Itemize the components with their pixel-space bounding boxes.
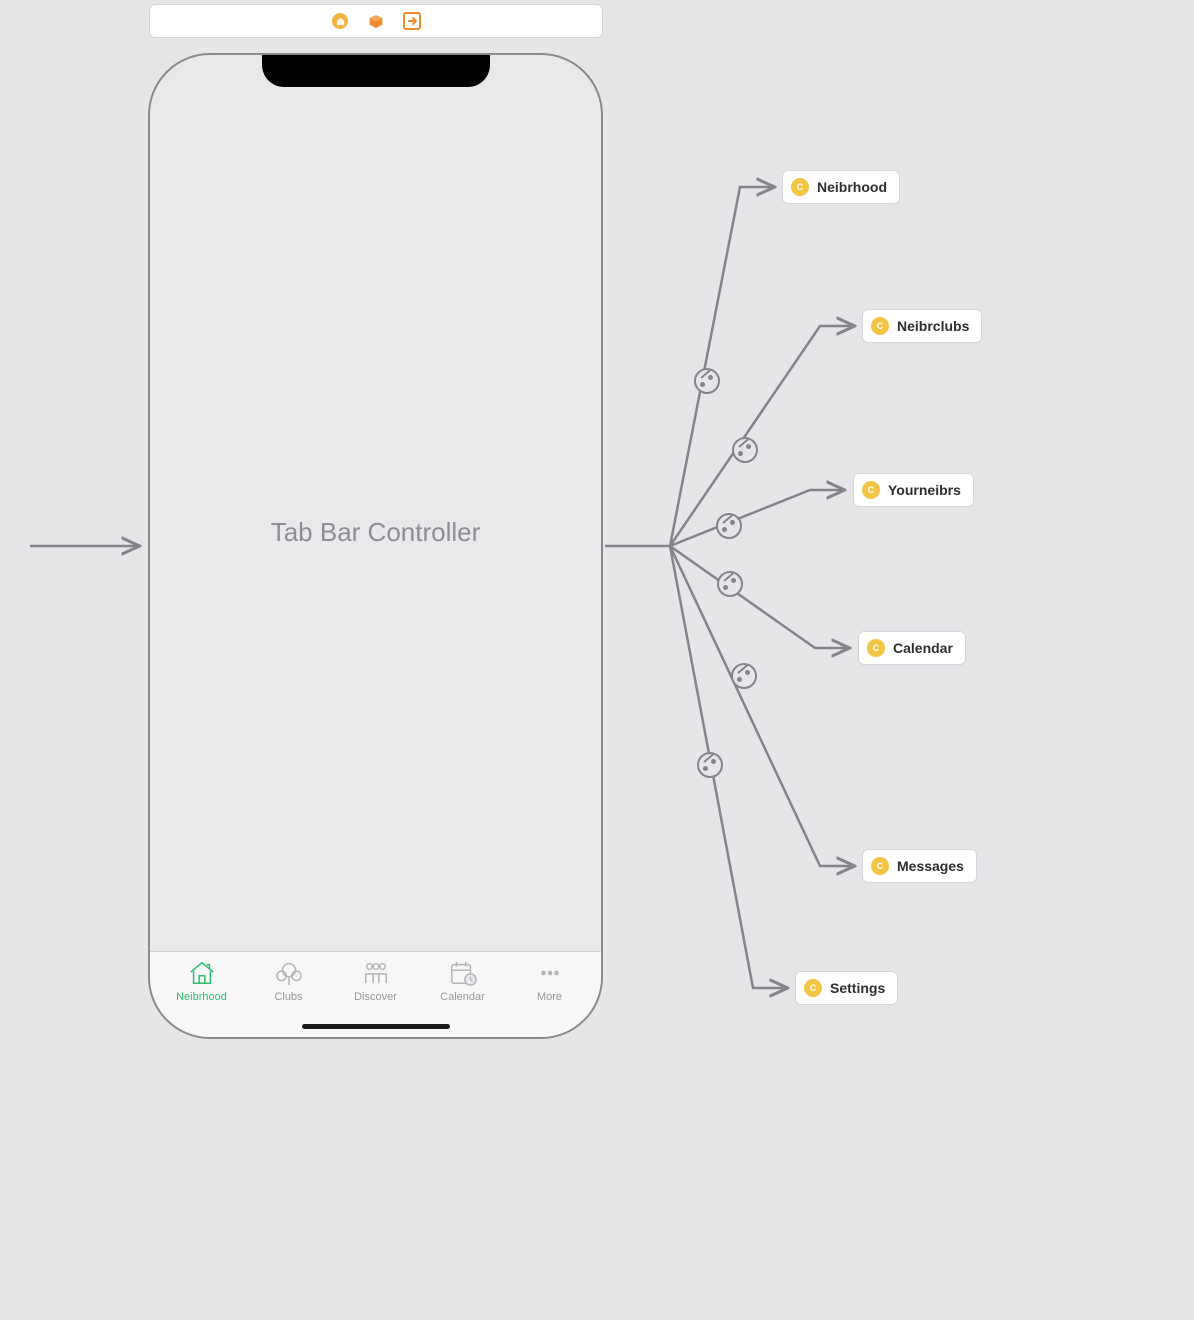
controller-icon: C: [871, 857, 889, 875]
destination-neibrhood[interactable]: C Neibrhood: [782, 170, 900, 204]
segue-node[interactable]: [732, 437, 758, 463]
more-icon: [535, 958, 565, 988]
segue-node[interactable]: [717, 571, 743, 597]
scene-toolbar: [149, 4, 603, 38]
controller-icon: C: [867, 639, 885, 657]
toolbar-cube-icon[interactable]: [367, 12, 385, 30]
phone-frame: Tab Bar Controller Neibrhood: [148, 53, 603, 1039]
destination-neibrclubs[interactable]: C Neibrclubs: [862, 309, 982, 343]
controller-icon: C: [804, 979, 822, 997]
toolbar-circle-icon[interactable]: [331, 12, 349, 30]
tab-neibrhood[interactable]: Neibrhood: [158, 958, 245, 1037]
destination-label: Neibrhood: [817, 179, 887, 195]
destination-label: Messages: [897, 858, 964, 874]
controller-icon: C: [791, 178, 809, 196]
tab-label: Clubs: [274, 991, 302, 1003]
phone-notch: [262, 55, 490, 87]
house-icon: [187, 958, 217, 988]
destination-label: Calendar: [893, 640, 953, 656]
segue-node[interactable]: [716, 513, 742, 539]
tab-more[interactable]: More: [506, 958, 593, 1037]
destination-label: Neibrclubs: [897, 318, 969, 334]
destination-label: Settings: [830, 980, 885, 996]
destination-calendar[interactable]: C Calendar: [858, 631, 966, 665]
tab-label: Neibrhood: [176, 991, 227, 1003]
controller-icon: C: [862, 481, 880, 499]
tab-label: Discover: [354, 991, 397, 1003]
controller-title: Tab Bar Controller: [150, 517, 601, 548]
tab-label: More: [537, 991, 562, 1003]
destination-messages[interactable]: C Messages: [862, 849, 977, 883]
home-indicator: [302, 1024, 450, 1029]
people-icon: [361, 958, 391, 988]
segue-node[interactable]: [697, 752, 723, 778]
toolbar-exit-icon[interactable]: [403, 12, 421, 30]
segue-node[interactable]: [694, 368, 720, 394]
controller-icon: C: [871, 317, 889, 335]
tab-label: Calendar: [440, 991, 485, 1003]
destination-settings[interactable]: C Settings: [795, 971, 898, 1005]
segue-node[interactable]: [731, 663, 757, 689]
calendar-icon: [448, 958, 478, 988]
destination-label: Yourneibrs: [888, 482, 961, 498]
destination-yourneibrs[interactable]: C Yourneibrs: [853, 473, 974, 507]
clubs-icon: [274, 958, 304, 988]
